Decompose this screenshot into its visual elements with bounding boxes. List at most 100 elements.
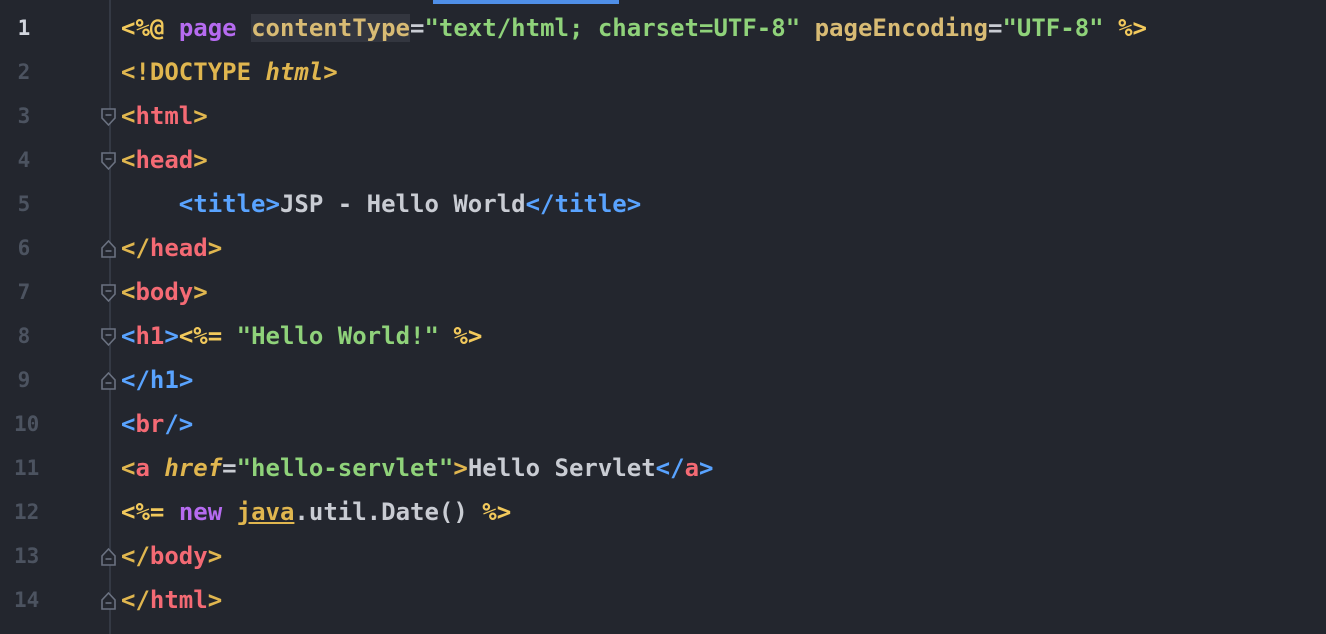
code-token: </ bbox=[121, 234, 150, 262]
fold-collapse-icon[interactable] bbox=[100, 283, 117, 303]
code-token: "text/html; charset=UTF-8" bbox=[424, 14, 801, 42]
code-token: > bbox=[193, 102, 208, 130]
line-number-gutter: 1 2 3 4 5 6 7 8 9 10 11 12 13 14 bbox=[0, 6, 116, 634]
fold-end-icon[interactable] bbox=[100, 239, 117, 259]
code-token: > bbox=[193, 278, 208, 306]
code-token: %> bbox=[453, 322, 483, 350]
code-token: title bbox=[193, 190, 266, 218]
code-token: body bbox=[135, 278, 194, 306]
gutter-row[interactable]: 13 bbox=[0, 534, 116, 578]
code-line[interactable]: <%= new java.util.Date() %> bbox=[121, 490, 511, 534]
code-token: > bbox=[453, 454, 468, 482]
code-token: java bbox=[236, 498, 295, 526]
code-token: a bbox=[135, 454, 150, 482]
code-token: "UTF-8" bbox=[1002, 14, 1104, 42]
line-number: 5 bbox=[17, 192, 31, 216]
code-token: <%@ bbox=[121, 14, 165, 42]
code-token: %> bbox=[482, 498, 512, 526]
gutter-row[interactable]: 2 bbox=[0, 50, 95, 94]
code-token: < bbox=[121, 454, 136, 482]
fold-collapse-icon[interactable] bbox=[100, 327, 117, 347]
code-line[interactable]: <head> bbox=[121, 138, 208, 182]
code-line[interactable]: <html> bbox=[121, 94, 208, 138]
code-line[interactable]: <title>JSP - Hello World</title> bbox=[179, 182, 641, 226]
fold-end-icon[interactable] bbox=[100, 591, 117, 611]
gutter-row[interactable]: 7 bbox=[0, 270, 116, 314]
code-token: > bbox=[699, 454, 714, 482]
gutter-row[interactable]: 14 bbox=[0, 578, 116, 622]
code-token: <!DOCTYPE bbox=[121, 58, 252, 86]
gutter-row[interactable]: 11 bbox=[0, 446, 95, 490]
code-line[interactable]: <body> bbox=[121, 270, 208, 314]
code-token: > bbox=[207, 586, 223, 614]
code-token: br bbox=[135, 410, 165, 438]
code-token: contentType bbox=[251, 14, 411, 42]
line-number: 9 bbox=[17, 368, 31, 392]
code-token: <%= bbox=[121, 498, 165, 526]
line-number: 7 bbox=[17, 280, 31, 304]
code-token: html bbox=[135, 102, 194, 130]
code-line[interactable]: <br/> bbox=[121, 402, 193, 446]
gutter-row[interactable]: 12 bbox=[0, 490, 95, 534]
gutter-row[interactable]: 6 bbox=[0, 226, 116, 270]
code-token: > bbox=[265, 190, 280, 218]
line-number: 13 bbox=[14, 544, 40, 568]
code-editor[interactable]: 1 2 3 4 5 6 7 8 9 10 11 12 13 14 <%@ page contentType… bbox=[0, 0, 1326, 634]
line-number: 3 bbox=[17, 104, 31, 128]
code-line[interactable]: <%@ page contentType="text/html; charset… bbox=[121, 6, 1147, 50]
gutter-row[interactable]: 5 bbox=[0, 182, 95, 226]
code-line[interactable]: <h1><%= "Hello World!" %> bbox=[121, 314, 482, 358]
fold-end-icon[interactable] bbox=[100, 371, 117, 391]
code-token: <%= bbox=[178, 322, 223, 350]
code-token: > bbox=[207, 234, 223, 262]
code-token: new bbox=[178, 498, 223, 526]
code-token: < bbox=[178, 190, 194, 218]
code-token: html bbox=[265, 58, 324, 86]
code-line[interactable]: </body> bbox=[121, 534, 222, 578]
line-number: 1 bbox=[17, 16, 31, 40]
code-token: h1 bbox=[135, 322, 165, 350]
line-number: 6 bbox=[17, 236, 31, 260]
code-token: > bbox=[193, 146, 208, 174]
line-number: 8 bbox=[17, 324, 31, 348]
code-token: = bbox=[410, 14, 425, 42]
gutter-row[interactable]: 4 bbox=[0, 138, 116, 182]
code-line[interactable]: </h1> bbox=[121, 358, 193, 402]
gutter-row[interactable]: 10 bbox=[0, 402, 95, 446]
code-line[interactable]: <a href="hello-servlet">Hello Servlet</a… bbox=[121, 446, 713, 490]
code-token: < bbox=[121, 410, 136, 438]
line-number: 14 bbox=[14, 588, 40, 612]
code-token: title bbox=[554, 190, 627, 218]
gutter-row[interactable]: 8 bbox=[0, 314, 116, 358]
fold-end-icon[interactable] bbox=[100, 547, 117, 567]
editor-tab-indicator bbox=[433, 0, 619, 4]
code-token: .util.Date() bbox=[294, 498, 483, 526]
fold-collapse-icon[interactable] bbox=[100, 151, 117, 171]
code-token: < bbox=[121, 278, 136, 306]
code-token: href bbox=[164, 454, 223, 482]
code-line[interactable]: </html> bbox=[121, 578, 222, 622]
gutter-row[interactable]: 1 bbox=[0, 6, 95, 50]
code-token: > bbox=[178, 366, 194, 394]
gutter-row[interactable]: 9 bbox=[0, 358, 116, 402]
code-token: html bbox=[149, 586, 208, 614]
line-number: 4 bbox=[17, 148, 31, 172]
code-token: = bbox=[222, 454, 237, 482]
fold-collapse-icon[interactable] bbox=[100, 107, 117, 127]
code-line[interactable]: </head> bbox=[121, 226, 222, 270]
code-token: JSP - Hello World bbox=[279, 190, 526, 218]
code-line[interactable]: <!DOCTYPE html> bbox=[121, 50, 338, 94]
code-token: = bbox=[988, 14, 1003, 42]
code-token: "Hello World!" bbox=[236, 322, 439, 350]
gutter-row[interactable]: 3 bbox=[0, 94, 116, 138]
code-token: > bbox=[207, 542, 223, 570]
code-token: > bbox=[626, 190, 642, 218]
code-token: </ bbox=[121, 542, 150, 570]
